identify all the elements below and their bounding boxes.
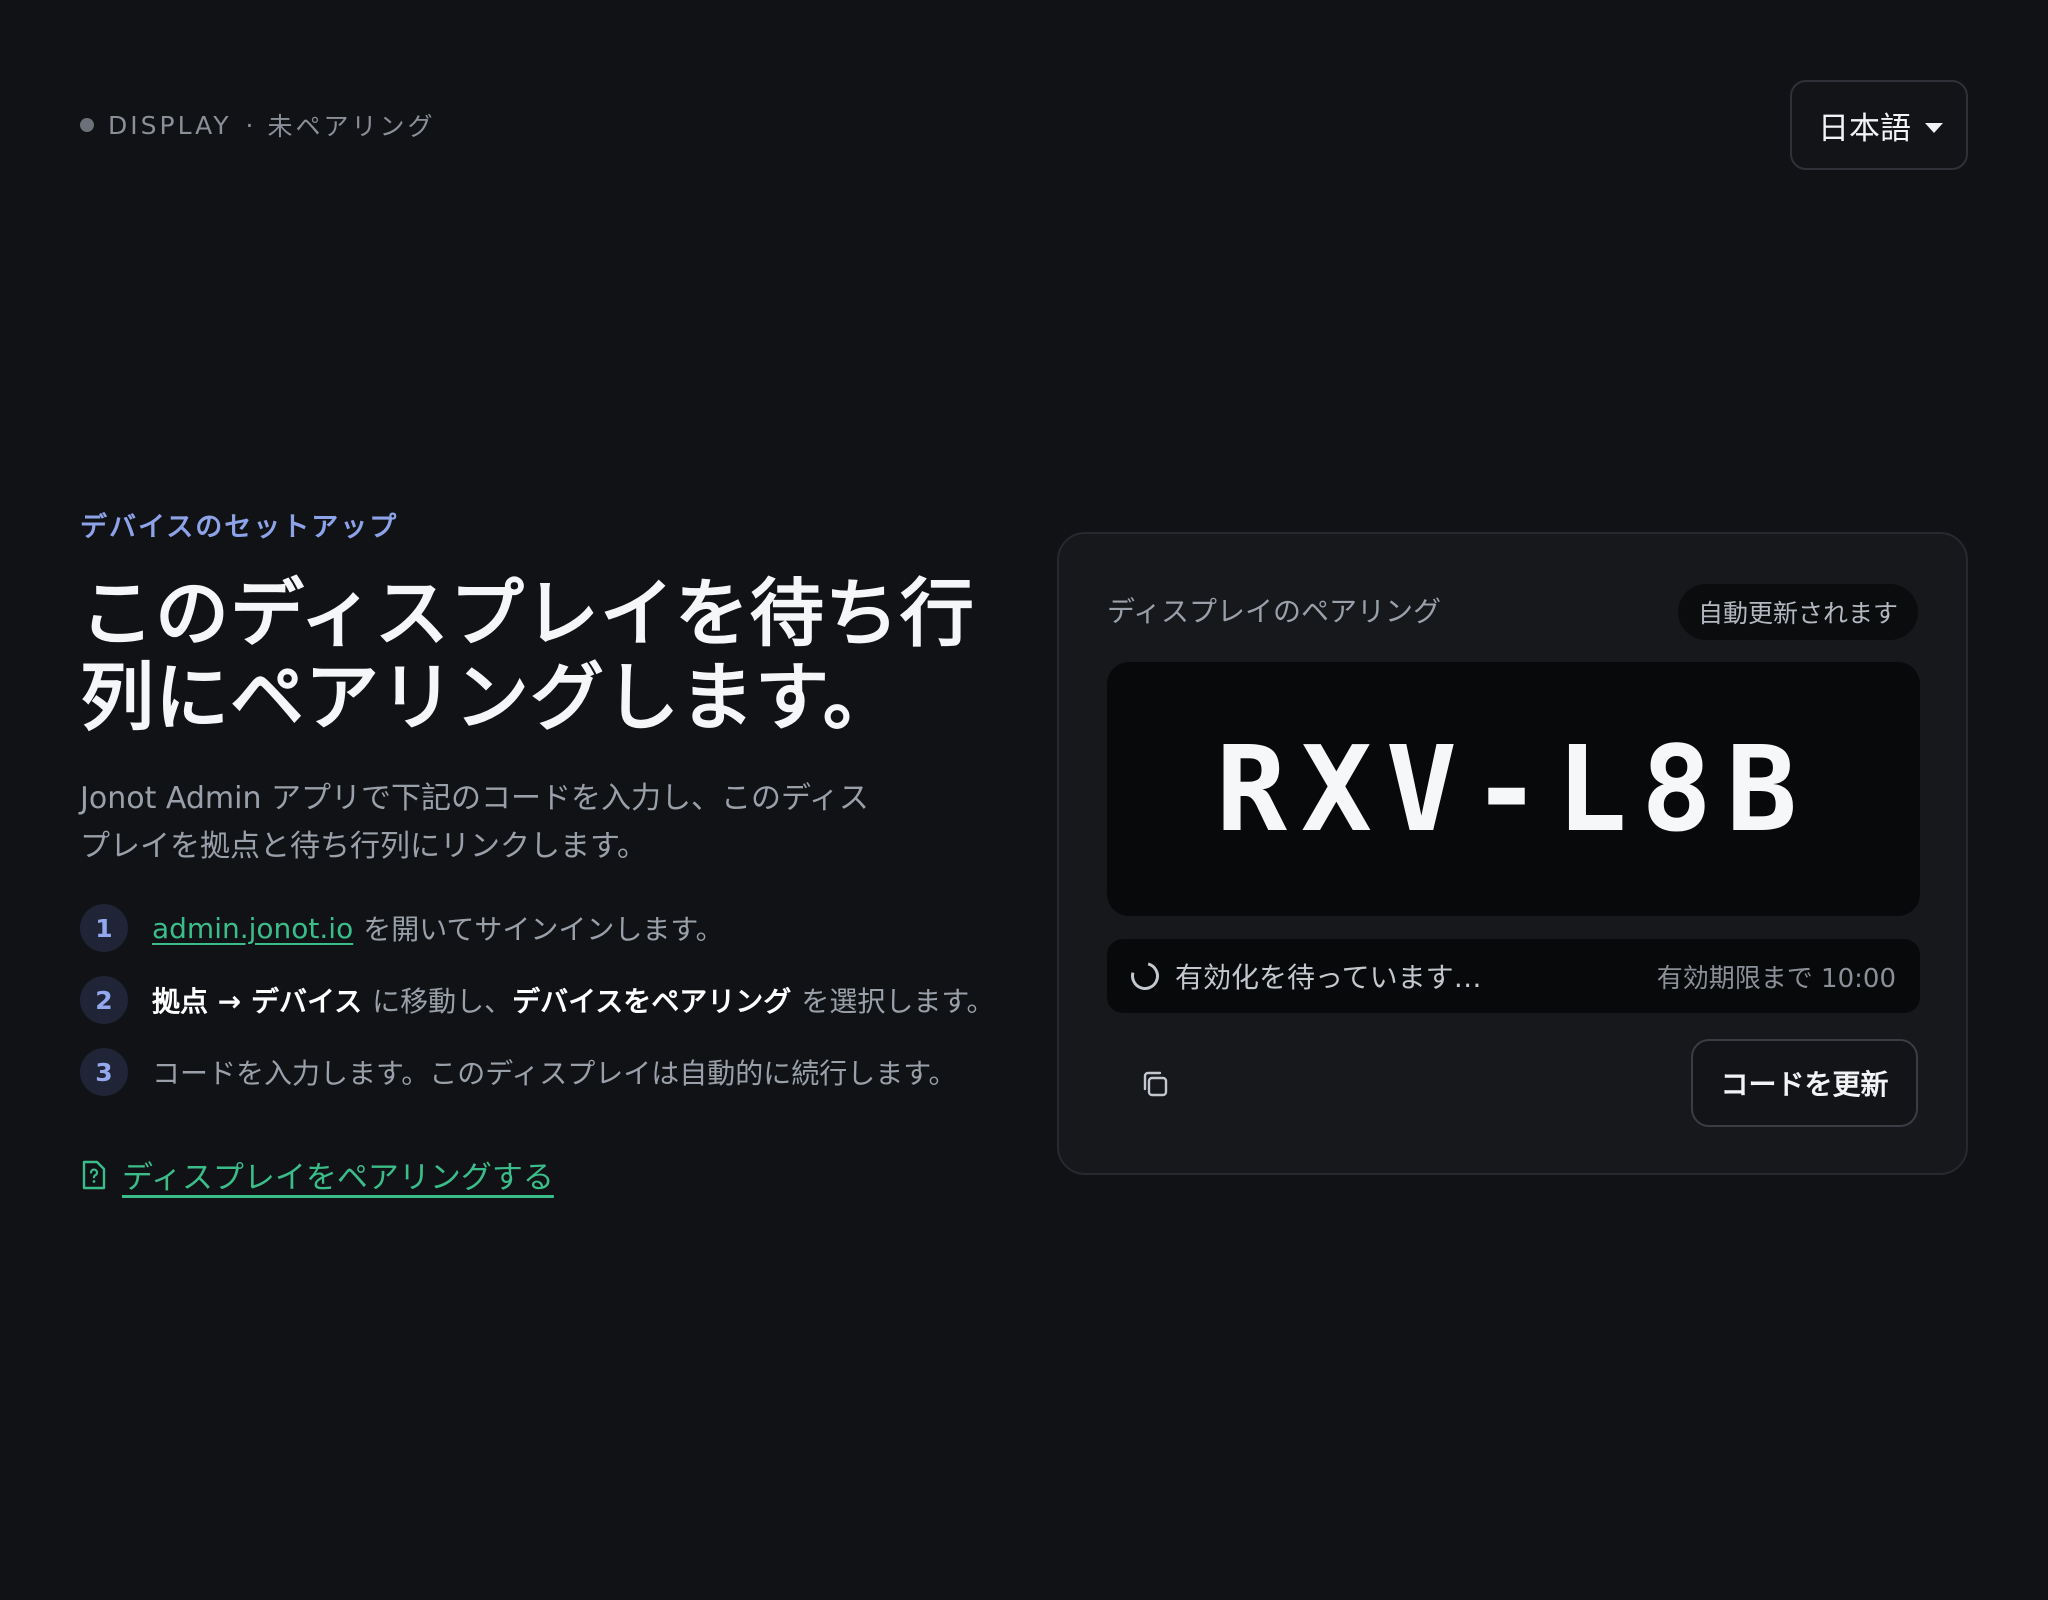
status-dot xyxy=(80,118,94,132)
pairing-status: DISPLAY · 未ペアリング xyxy=(80,110,436,141)
pair-display-help-link[interactable]: ディスプレイをペアリングする xyxy=(80,1152,554,1197)
auto-refresh-badge: 自動更新されます xyxy=(1677,584,1918,640)
title-line-2: 列にペアリングします。 xyxy=(80,655,898,741)
activation-status-bar: 有効化を待っています… 有効期限まで 10:00 xyxy=(1107,939,1920,1013)
nav-path: 拠点 → デバイス xyxy=(152,985,363,1018)
language-select[interactable]: 日本語 xyxy=(1790,80,1968,170)
pairing-code-display: RXV-L8B xyxy=(1107,662,1920,916)
step-3: 3 コードを入力します。このディスプレイは自動的に続行します。 xyxy=(80,1048,1020,1096)
refresh-code-button[interactable]: コードを更新 xyxy=(1691,1039,1918,1127)
step-1: 1 admin.jonot.io を開いてサインインします。 xyxy=(80,904,1020,952)
chevron-down-icon xyxy=(1925,123,1943,133)
expiry-countdown: 有効期限まで 10:00 xyxy=(1656,963,1896,994)
help-link-label: ディスプレイをペアリングする xyxy=(122,1160,554,1196)
pair-device-action: デバイスをペアリング xyxy=(512,985,792,1018)
admin-site-link[interactable]: admin.jonot.io xyxy=(152,912,353,945)
step-number: 1 xyxy=(80,904,128,952)
language-value: 日本語 xyxy=(1818,110,1911,147)
title-line-1: このディスプレイを待ち行 xyxy=(80,571,975,657)
device-label: DISPLAY xyxy=(108,110,232,140)
step-number: 2 xyxy=(80,976,128,1024)
step-text: に移動し、 xyxy=(372,985,513,1018)
intro-description: Jonot Admin アプリで下記のコードを入力し、このディス プレイを拠点と… xyxy=(80,775,900,871)
setup-steps: 1 admin.jonot.io を開いてサインインします。 2 拠点 → デバ… xyxy=(80,904,1020,1120)
step-2: 2 拠点 → デバイス に移動し、 デバイスをペアリング を選択します。 xyxy=(80,976,1020,1024)
page-title: このディスプレイを待ち行 列にペアリングします。 xyxy=(80,572,980,740)
description-line-2: プレイを拠点と待ち行列にリンクします。 xyxy=(80,829,647,864)
description-line-1: Jonot Admin アプリで下記のコードを入力し、このディス xyxy=(80,781,869,816)
waiting-text: 有効化を待っています… xyxy=(1175,961,1482,994)
pairing-code: RXV-L8B xyxy=(1215,720,1812,858)
card-title: ディスプレイのペアリング xyxy=(1107,595,1442,628)
loading-spinner-icon xyxy=(1125,956,1165,996)
step-text: を選択します。 xyxy=(801,985,995,1018)
step-number: 3 xyxy=(80,1048,128,1096)
step-text: を開いてサインインします。 xyxy=(363,913,724,946)
pairing-card: ディスプレイのペアリング 自動更新されます RXV-L8B 有効化を待っています… xyxy=(1057,532,1968,1175)
copy-code-button[interactable] xyxy=(1135,1064,1175,1104)
step-text: コードを入力します。このディスプレイは自動的に続行します。 xyxy=(152,1057,957,1090)
pairing-state: 未ペアリング xyxy=(267,112,436,141)
setup-eyebrow: デバイスのセットアップ xyxy=(80,512,399,543)
status-separator: · xyxy=(245,110,254,140)
copy-icon xyxy=(1143,1071,1168,1097)
help-document-icon xyxy=(82,1160,106,1189)
